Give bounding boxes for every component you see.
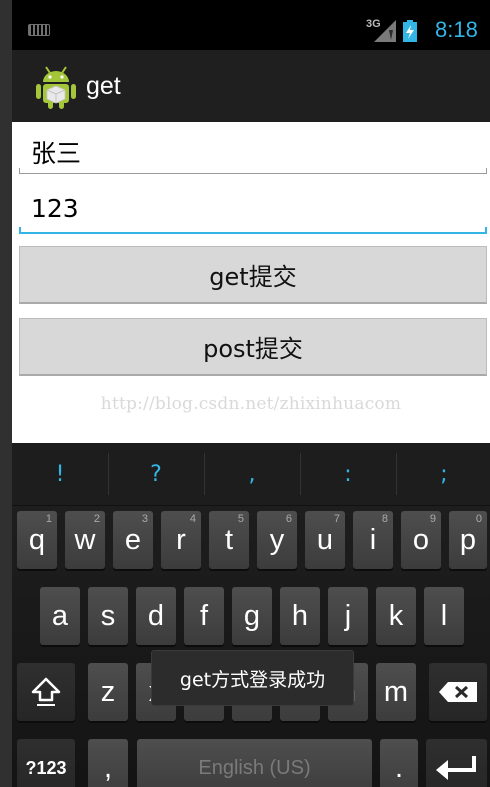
key-hint: 5 <box>237 513 244 525</box>
key-u[interactable]: u7 <box>305 511 345 569</box>
key-t[interactable]: t5 <box>209 511 249 569</box>
key-label: q <box>28 523 46 556</box>
status-bar: 3G 8:18 <box>12 0 490 50</box>
key-i[interactable]: i8 <box>353 511 393 569</box>
name-input-value: 张三 <box>31 139 82 168</box>
key-hint: 1 <box>45 513 52 525</box>
key-label: e <box>124 523 142 556</box>
post-submit-button[interactable]: post提交 <box>19 318 487 376</box>
android-app-icon[interactable] <box>34 64 78 110</box>
clock: 8:18 <box>435 17 478 42</box>
key-e[interactable]: e3 <box>113 511 153 569</box>
comma-key[interactable]: , <box>88 739 128 787</box>
period-key[interactable]: . <box>380 739 418 787</box>
suggestion-semicolon[interactable]: ; <box>396 443 490 505</box>
key-d[interactable]: d <box>136 587 176 645</box>
toast-message: get方式登录成功 <box>151 650 354 706</box>
enter-icon <box>435 756 476 780</box>
signal-icon <box>374 20 396 42</box>
backspace-key[interactable] <box>429 663 487 721</box>
key-label: y <box>269 523 285 556</box>
key-h[interactable]: h <box>280 587 320 645</box>
key-g[interactable]: g <box>232 587 272 645</box>
shift-arrow-icon <box>31 677 61 706</box>
phone-screen: 3G 8:18 get 张三 123 get提交 post提交 http://b… <box>12 0 490 787</box>
key-s[interactable]: s <box>88 587 128 645</box>
key-a[interactable]: a <box>40 587 80 645</box>
key-label: i <box>369 523 377 556</box>
key-p[interactable]: p0 <box>449 511 487 569</box>
key-r[interactable]: r4 <box>161 511 201 569</box>
key-hint: 6 <box>285 513 292 525</box>
suggestion-question[interactable]: ? <box>108 443 204 505</box>
key-f[interactable]: f <box>184 587 224 645</box>
suggestion-colon[interactable]: : <box>300 443 396 505</box>
key-label: r <box>176 523 186 556</box>
key-q[interactable]: q1 <box>17 511 57 569</box>
keyboard-icon <box>28 24 50 36</box>
app-title: get <box>86 72 121 100</box>
key-l[interactable]: l <box>424 587 464 645</box>
key-hint: 7 <box>333 513 340 525</box>
suggestion-strip: ! ? , : ; <box>12 443 490 506</box>
form-content: 张三 123 get提交 post提交 http://blog.csdn.net… <box>12 122 490 443</box>
suggestion-comma[interactable]: , <box>204 443 300 505</box>
key-hint: 3 <box>141 513 148 525</box>
key-z[interactable]: z <box>88 663 128 721</box>
password-input-underline <box>19 227 487 234</box>
name-input-underline <box>19 168 487 174</box>
key-label: p <box>459 523 477 556</box>
symbols-key[interactable]: ?123 <box>17 739 75 787</box>
key-label: t <box>224 523 234 556</box>
key-hint: 0 <box>475 513 482 525</box>
suggestion-exclamation[interactable]: ! <box>12 443 108 505</box>
key-hint: 2 <box>93 513 100 525</box>
password-input[interactable]: 123 <box>19 184 487 234</box>
key-y[interactable]: y6 <box>257 511 297 569</box>
key-hint: 8 <box>381 513 388 525</box>
key-k[interactable]: k <box>376 587 416 645</box>
shift-key[interactable] <box>17 663 75 721</box>
watermark: http://blog.csdn.net/zhixinhuacom <box>100 394 402 414</box>
key-label: o <box>412 523 430 556</box>
key-hint: 4 <box>189 513 196 525</box>
backspace-icon <box>439 682 477 702</box>
key-j[interactable]: j <box>328 587 368 645</box>
key-o[interactable]: o9 <box>401 511 441 569</box>
key-w[interactable]: w2 <box>65 511 105 569</box>
space-key[interactable]: English (US) <box>137 739 372 787</box>
key-m[interactable]: m <box>376 663 416 721</box>
name-input[interactable]: 张三 <box>19 124 487 174</box>
soft-keyboard: ! ? , : ; q1 w2 e3 r4 t5 y6 u7 i8 o9 p0 … <box>12 443 490 787</box>
password-input-value: 123 <box>31 194 79 223</box>
enter-key[interactable] <box>426 739 487 787</box>
device-frame: 3G 8:18 get 张三 123 get提交 post提交 http://b… <box>0 0 490 787</box>
key-label: u <box>316 523 334 556</box>
get-submit-button[interactable]: get提交 <box>19 246 487 304</box>
key-label: w <box>74 523 96 556</box>
action-bar: get <box>12 50 490 124</box>
key-hint: 9 <box>429 513 436 525</box>
battery-charging-icon <box>403 20 417 42</box>
